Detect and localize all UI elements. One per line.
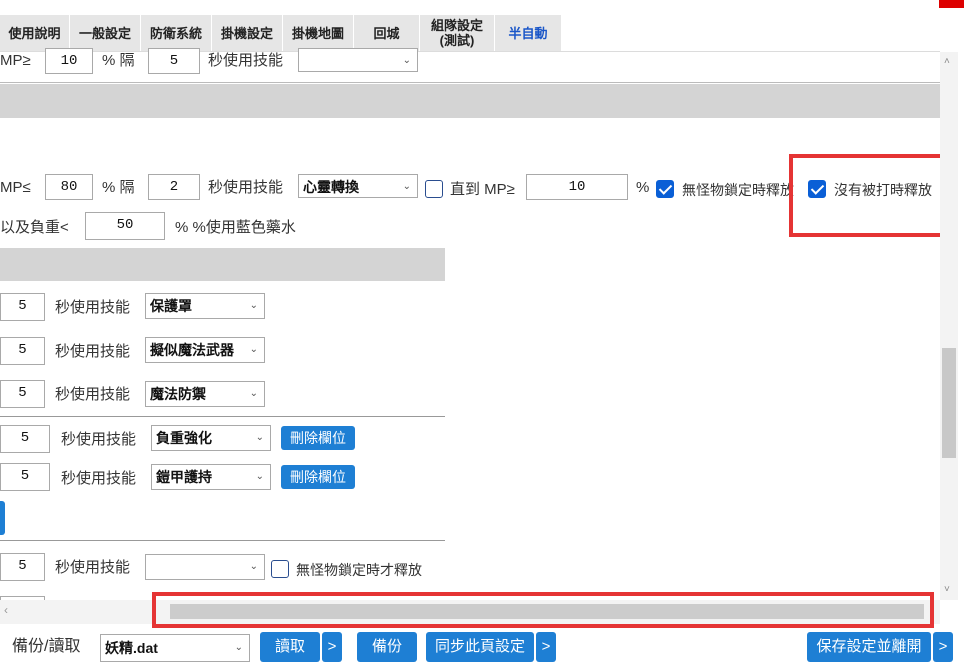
chevron-down-icon: ⌄ [249, 388, 258, 399]
tab-bar: 使用說明 一般設定 防衛系統 掛機設定 掛機地圖 回城 組隊設定 (測試) 半自… [0, 15, 562, 51]
seconds-use-skill-label: 秒使用技能 [208, 52, 284, 69]
tab-idle-map[interactable]: 掛機地圖 [283, 15, 354, 51]
mp-le-label: MP≤ [0, 179, 31, 196]
seconds-use-skill-label: 秒使用技能 [208, 179, 284, 196]
tab-general[interactable]: 一般設定 [70, 15, 141, 51]
backup-button[interactable]: 備份 [357, 632, 417, 662]
skill-select-top[interactable]: ⌄ [298, 48, 418, 72]
chevron-down-icon: ⌄ [255, 471, 264, 482]
no-monster-lock-checkbox[interactable] [656, 180, 674, 198]
tab-semi-auto[interactable]: 半自動 [495, 15, 562, 51]
mp-top-percent-input[interactable]: 10 [45, 48, 93, 74]
skill-select[interactable]: 保護罩 ⌄ [145, 293, 265, 319]
tab-divider [0, 51, 940, 52]
seconds-use-skill-label: 秒使用技能 [55, 386, 131, 403]
read-button[interactable]: 讀取 [260, 632, 320, 662]
skill-select-value: 鎧甲護持 [156, 469, 212, 485]
seconds-use-skill-label: 秒使用技能 [61, 470, 137, 487]
tab-usage[interactable]: 使用說明 [0, 15, 70, 51]
divider [0, 416, 445, 417]
scroll-up-icon[interactable]: ˄ [944, 56, 950, 67]
until-mp-label: 直到 MP≥ [450, 181, 515, 198]
percent-interval-label: % 隔 [102, 179, 135, 196]
weight-input[interactable]: 50 [85, 212, 165, 240]
delete-row-button[interactable]: 刪除欄位 [281, 426, 355, 450]
blue-potion-label: % %使用藍色藥水 [175, 219, 296, 236]
mp-percent-input[interactable]: 80 [45, 174, 93, 200]
backup-read-label: 備份/讀取 [12, 638, 81, 655]
skill-select-value: 擬似魔法武器 [150, 342, 234, 358]
save-and-leave-button[interactable]: 保存設定並離開 [807, 632, 931, 662]
skill-select-value: 負重強化 [156, 430, 212, 446]
save-arrow-button[interactable]: > [933, 632, 953, 662]
chevron-down-icon: ⌄ [234, 642, 243, 653]
skill-seconds-input[interactable]: 5 [0, 425, 50, 453]
seconds-use-skill-label: 秒使用技能 [61, 431, 137, 448]
seconds-use-skill-label: 秒使用技能 [55, 559, 131, 576]
scroll-down-icon[interactable]: ˅ [944, 584, 950, 595]
read-arrow-button[interactable]: > [322, 632, 342, 662]
chevron-down-icon: ⌄ [249, 300, 258, 311]
skill-select[interactable]: ⌄ [145, 554, 265, 580]
divider [0, 540, 445, 541]
tab-defense[interactable]: 防衛系統 [141, 15, 212, 51]
section-header-band [0, 248, 445, 281]
divider [0, 82, 940, 83]
add-row-button[interactable] [0, 501, 5, 535]
scroll-left-icon[interactable]: ‹ [4, 603, 8, 617]
skill-select-value: 保護罩 [150, 298, 192, 314]
skill-seconds-input[interactable]: 5 [0, 293, 45, 321]
tab-return-town[interactable]: 回城 [354, 15, 420, 51]
delete-row-button[interactable]: 刪除欄位 [281, 465, 355, 489]
chevron-down-icon: ⌄ [249, 344, 258, 355]
section-header-band [0, 84, 940, 118]
mp-seconds-input[interactable]: 2 [148, 174, 200, 200]
seconds-use-skill-label: 秒使用技能 [55, 343, 131, 360]
percent-interval-label: % 隔 [102, 52, 135, 69]
until-mp-input[interactable]: 10 [526, 174, 628, 200]
skill-seconds-input[interactable]: 5 [0, 337, 45, 365]
tab-party[interactable]: 組隊設定 (測試) [420, 15, 495, 51]
weight-label: 以及負重< [0, 219, 69, 236]
skill-select[interactable]: 擬似魔法武器 ⌄ [145, 337, 265, 363]
skill-seconds-input[interactable]: 5 [0, 463, 50, 491]
tab-idle-settings[interactable]: 掛機設定 [212, 15, 283, 51]
mp-ge-label: MP≥ [0, 52, 31, 69]
highlight-box-checkbox [789, 154, 954, 237]
skill-seconds-input[interactable]: 5 [0, 553, 45, 581]
sync-arrow-button[interactable]: > [536, 632, 556, 662]
window-close-corner[interactable] [939, 0, 964, 8]
skill-select[interactable]: 負重強化 ⌄ [151, 425, 271, 451]
mp-top-seconds-input[interactable]: 5 [148, 48, 200, 74]
chevron-down-icon: ⌄ [402, 181, 411, 192]
no-monster-lock-label: 無怪物鎖定時釋放 [682, 182, 794, 198]
chevron-down-icon: ⌄ [255, 432, 264, 443]
vertical-scroll-thumb[interactable] [942, 348, 956, 458]
vertical-scrollbar[interactable]: ˄ ˅ [940, 52, 958, 600]
backup-file-value: 妖精.dat [105, 640, 158, 656]
until-mp-checkbox[interactable] [425, 180, 443, 198]
no-monster-lock-only-checkbox[interactable] [271, 560, 289, 578]
mp-skill-select[interactable]: 心靈轉換 ⌄ [298, 174, 418, 198]
skill-select-value: 魔法防禦 [150, 386, 206, 402]
chevron-down-icon: ⌄ [402, 55, 411, 66]
percent-suffix-label: % [636, 179, 650, 196]
no-monster-lock-only-label: 無怪物鎖定時才釋放 [296, 562, 422, 578]
skill-select[interactable]: 鎧甲護持 ⌄ [151, 464, 271, 490]
highlight-box-scrollbar [152, 592, 934, 628]
skill-seconds-input[interactable]: 5 [0, 380, 45, 408]
seconds-use-skill-label: 秒使用技能 [55, 299, 131, 316]
chevron-down-icon: ⌄ [249, 561, 258, 572]
skill-select-value: 心靈轉換 [303, 179, 359, 195]
skill-select[interactable]: 魔法防禦 ⌄ [145, 381, 265, 407]
sync-page-button[interactable]: 同步此頁設定 [426, 632, 534, 662]
backup-file-select[interactable]: 妖精.dat ⌄ [100, 634, 250, 662]
